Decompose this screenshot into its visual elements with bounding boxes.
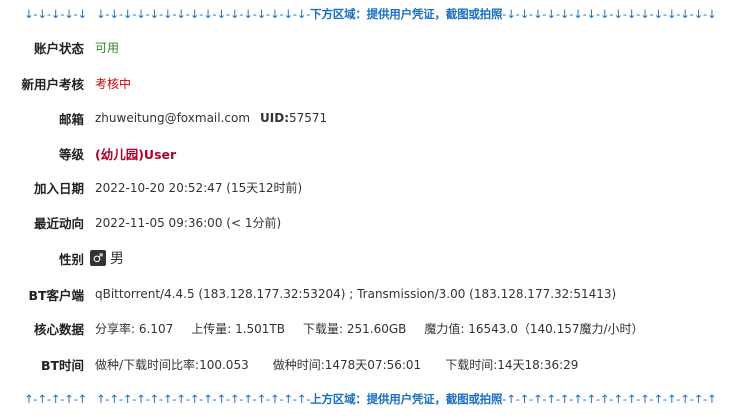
row-core-data: 核心数据 分享率: 6.107 上传量: 1.501TB 下载量: 251.60… xyxy=(0,317,732,339)
row-bt-time: BT时间 做种/下载时间比率:100.053 做种时间:1478天07:56:0… xyxy=(0,353,732,375)
uid-label: UID: xyxy=(260,111,289,125)
value-join-date: 2022-10-20 20:52:47 (15天12时前) xyxy=(95,180,303,195)
label-bt-time: BT时间 xyxy=(40,357,84,373)
top-notice-banner: ↓-↓-↓-↓-↓ ↓-↓-↓-↓-↓-↓-↓-↓-↓-↓-↓-↓-↓-↓-↓-… xyxy=(0,5,732,23)
label-level: 等级 xyxy=(58,146,84,162)
banner-arrows-left: ↑-↑-↑-↑-↑-↑-↑-↑-↑-↑-↑-↑-↑-↑-↑-↑- xyxy=(96,392,311,406)
value-level: (幼儿园)User xyxy=(95,146,177,162)
label-last-seen: 最近动向 xyxy=(33,215,84,231)
value-seed-leech-ratio: 做种/下载时间比率:100.053 xyxy=(95,357,249,372)
label-core-data: 核心数据 xyxy=(33,321,84,337)
bottom-notice-banner: ↑-↑-↑-↑-↑ ↑-↑-↑-↑-↑-↑-↑-↑-↑-↑-↑-↑-↑-↑-↑-… xyxy=(0,390,732,408)
label-new-user-review: 新用户考核 xyxy=(21,76,84,92)
value-uploaded: 上传量: 1.501TB xyxy=(191,321,285,336)
value-bt-client: qBittorrent/4.4.5 (183.128.177.32:53204)… xyxy=(95,287,617,301)
label-join-date: 加入日期 xyxy=(33,180,84,196)
row-gender: 性别 ♂ 男 xyxy=(0,247,732,269)
banner-arrows-right: -↓-↓-↓-↓-↓-↓-↓-↓-↓-↓-↓-↓-↓-↓-↓-↓ xyxy=(502,7,717,21)
banner-arrows-left: ↓-↓-↓-↓-↓-↓-↓-↓-↓-↓-↓-↓-↓-↓-↓-↓- xyxy=(96,7,311,21)
label-gender: 性别 xyxy=(58,251,84,267)
row-join-date: 加入日期 2022-10-20 20:52:47 (15天12时前) xyxy=(0,176,732,198)
banner-text: 上方区域：提供用户凭证，截图或拍照 xyxy=(310,392,503,406)
banner-left-arrows: ↓-↓-↓-↓-↓ xyxy=(24,7,87,21)
value-seed-time: 做种时间:1478天07:56:01 xyxy=(272,357,422,372)
value-leech-time: 下载时间:14天18:36:29 xyxy=(445,357,579,372)
value-last-seen: 2022-11-05 09:36:00 (< 1分前) xyxy=(95,215,282,230)
label-account-status: 账户状态 xyxy=(33,40,84,56)
value-new-user-review: 考核中 xyxy=(95,76,132,91)
value-email: zhuweitung@foxmail.com xyxy=(95,111,251,125)
row-email: 邮箱 zhuweitung@foxmail.com UID: 57571 xyxy=(0,107,732,129)
value-magic: 魔力值: 16543.0（140.157魔力/小时） xyxy=(424,321,644,336)
banner-left-arrows: ↑-↑-↑-↑-↑ xyxy=(24,392,87,406)
row-level: 等级 (幼儿园)User xyxy=(0,142,732,164)
value-gender: 男 xyxy=(110,251,124,267)
row-bt-client: BT客户端 qBittorrent/4.4.5 (183.128.177.32:… xyxy=(0,283,732,305)
value-share-ratio: 分享率: 6.107 xyxy=(95,321,174,336)
uid-value: 57571 xyxy=(289,111,328,125)
row-new-user-review: 新用户考核 考核中 xyxy=(0,72,732,94)
row-last-seen: 最近动向 2022-11-05 09:36:00 (< 1分前) xyxy=(0,211,732,233)
value-account-status: 可用 xyxy=(95,40,120,55)
label-email: 邮箱 xyxy=(58,111,84,127)
value-downloaded: 下载量: 251.60GB xyxy=(303,321,407,336)
row-account-status: 账户状态 可用 xyxy=(0,36,732,58)
banner-text: 下方区域：提供用户凭证，截图或拍照 xyxy=(310,7,503,21)
banner-arrows-right: -↑-↑-↑-↑-↑-↑-↑-↑-↑-↑-↑-↑-↑-↑-↑-↑ xyxy=(502,392,717,406)
male-icon: ♂ xyxy=(90,250,106,266)
label-bt-client: BT客户端 xyxy=(28,287,84,303)
